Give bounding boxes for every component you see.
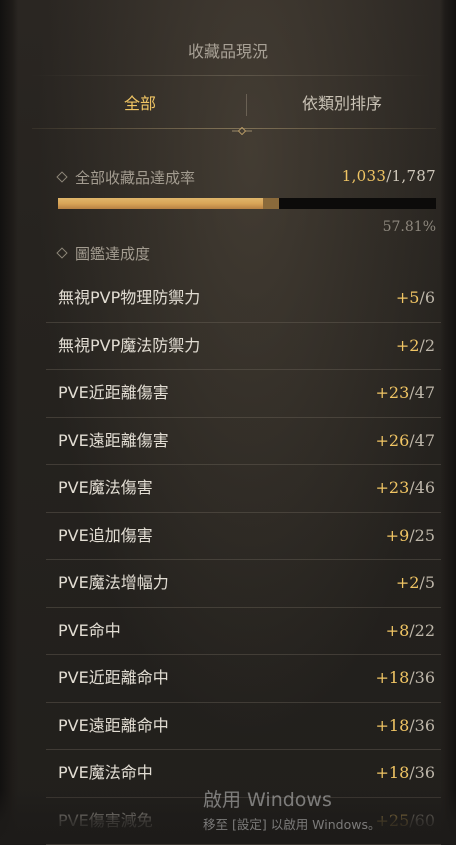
stat-name: PVE遠距離傷害: [58, 418, 169, 464]
tab-divider: [246, 94, 247, 116]
stat-gain: +2: [396, 573, 420, 592]
stat-gain: +18: [375, 763, 409, 782]
stat-name: PVE追加傷害: [58, 513, 153, 559]
stat-row: PVE遠距離命中 +18/36: [46, 703, 441, 751]
tab-sort-by-category[interactable]: 依類別排序: [248, 84, 436, 124]
collected-count: 1,033: [342, 167, 386, 185]
tab-ornament-icon: [232, 127, 252, 135]
stat-name: PVE魔法傷害: [58, 465, 153, 511]
stat-row: PVE追加傷害 +9/25: [46, 513, 441, 561]
stat-row: PVE魔法傷害 +23/46: [46, 465, 441, 513]
collection-rate-label: 全部收藏品達成率: [58, 167, 195, 188]
stat-max: /36: [409, 763, 435, 782]
stat-row: 無視PVP魔法防禦力 +2/2: [46, 323, 441, 371]
stat-gain: +8: [386, 621, 410, 640]
windows-activation-watermark: 啟用 Windows 移至 [設定] 以啟用 Windows。: [203, 785, 380, 833]
stat-max: /25: [409, 526, 435, 545]
stat-row: PVE遠距離傷害 +26/47: [46, 418, 441, 466]
watermark-subtitle: 移至 [設定] 以啟用 Windows。: [203, 814, 380, 833]
panel-left-edge: [0, 0, 18, 843]
diamond-bullet-icon: [56, 247, 67, 258]
stat-max: /2: [419, 336, 435, 355]
stat-max: /36: [409, 668, 435, 687]
title-divider: [30, 75, 430, 76]
stat-name: PVE近距離傷害: [58, 370, 169, 416]
stat-max: /36: [409, 716, 435, 735]
stat-max: /22: [409, 621, 435, 640]
collection-status-panel: 收藏品現況 全部 依類別排序 全部收藏品達成率 1,033/1,787 57.8…: [0, 0, 456, 843]
collection-rate-value: 1,033/1,787: [342, 167, 436, 185]
stat-row: PVE近距離傷害 +23/47: [46, 370, 441, 418]
stat-name: 無視PVP魔法防禦力: [58, 323, 200, 369]
stat-row: 無視PVP物理防禦力 +5/6: [46, 275, 441, 323]
stat-gain: +18: [375, 716, 409, 735]
stat-gain: +18: [375, 668, 409, 687]
stat-value: +23/47: [375, 370, 435, 416]
collection-percent: 57.81%: [383, 219, 436, 235]
stat-value: +2/5: [396, 560, 435, 606]
panel-title: 收藏品現況: [0, 38, 456, 62]
stat-value: +18/36: [375, 703, 435, 749]
panel-right-edge: [440, 0, 456, 843]
stat-name: PVE遠距離命中: [58, 703, 169, 749]
progress-fill-tip: [263, 198, 279, 209]
stat-gain: +23: [375, 383, 409, 402]
tab-all[interactable]: 全部: [32, 84, 248, 124]
stat-value: +5/6: [396, 275, 435, 321]
stat-value: +2/2: [396, 323, 435, 369]
progress-fill: [58, 198, 263, 209]
stat-list: 無視PVP物理防禦力+5/6無視PVP魔法防禦力+2/2PVE近距離傷害+23/…: [46, 275, 441, 845]
tab-bar: 全部 依類別排序: [32, 84, 436, 130]
stat-row: PVE魔法增幅力 +2/5: [46, 560, 441, 608]
stat-max: /5: [419, 573, 435, 592]
total-count: /1,787: [386, 167, 436, 185]
stat-value: +26/47: [375, 418, 435, 464]
stat-name: PVE近距離命中: [58, 655, 169, 701]
stat-gain: +9: [386, 526, 410, 545]
stat-value: +8/22: [386, 608, 435, 654]
stat-max: /6: [419, 288, 435, 307]
stat-name: 無視PVP物理防禦力: [58, 275, 200, 321]
stat-gain: +2: [396, 336, 420, 355]
stat-name: PVE魔法增幅力: [58, 560, 169, 606]
stat-max: /46: [409, 478, 435, 497]
collection-progress-bar: [58, 198, 436, 209]
stat-gain: +23: [375, 478, 409, 497]
stat-value: +18/36: [375, 655, 435, 701]
stat-max: /47: [409, 431, 435, 450]
stat-row: PVE近距離命中 +18/36: [46, 655, 441, 703]
codex-label: 圖鑑達成度: [58, 243, 150, 264]
stat-row: PVE命中 +8/22: [46, 608, 441, 656]
stat-value: +23/46: [375, 465, 435, 511]
stat-value: +9/25: [386, 513, 435, 559]
stat-gain: +26: [375, 431, 409, 450]
diamond-bullet-icon: [56, 171, 67, 182]
stat-name: PVE命中: [58, 608, 121, 654]
stat-gain: +5: [396, 288, 420, 307]
watermark-title: 啟用 Windows: [203, 785, 380, 812]
stat-max: /47: [409, 383, 435, 402]
